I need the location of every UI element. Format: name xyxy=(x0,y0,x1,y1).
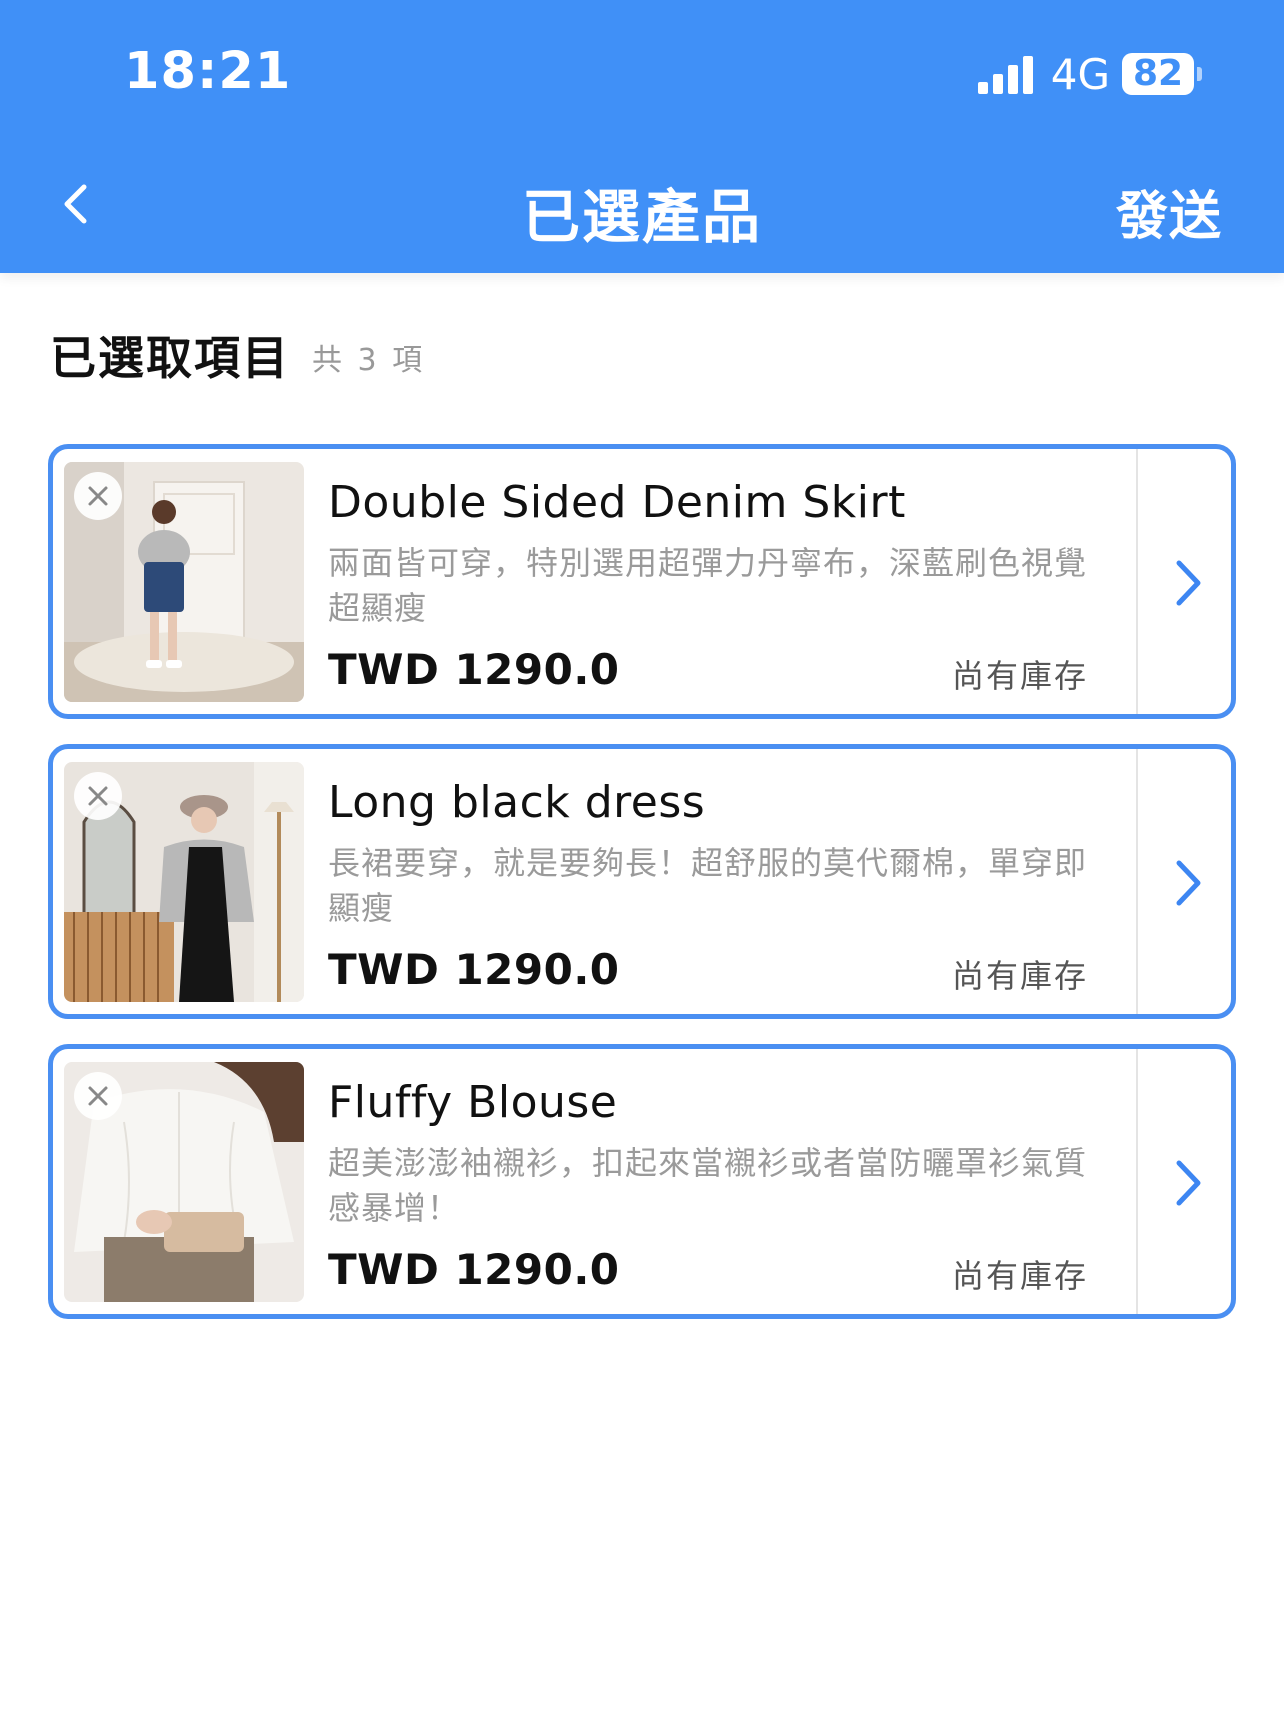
product-detail-button[interactable] xyxy=(1163,557,1213,609)
stock-status: 尚有庫存 xyxy=(951,957,1088,995)
battery-level: 82 xyxy=(1122,53,1194,95)
top-app-bar: 18:21 4G 82 已選產品 發送 xyxy=(0,0,1284,273)
card-divider xyxy=(1136,749,1138,1014)
signal-icon xyxy=(977,54,1033,94)
product-description: 超美澎澎袖襯衫，扣起來當襯衫或者當防曬罩衫氣質感暴增！ xyxy=(328,1144,1088,1227)
page-title: 已選產品 xyxy=(521,183,762,251)
section-title: 已選取項目 xyxy=(50,331,290,385)
chevron-right-icon xyxy=(1176,560,1201,606)
status-indicators: 4G 82 xyxy=(977,48,1202,100)
product-name: Double Sided Denim Skirt xyxy=(328,477,906,528)
product-price: TWD 1290.0 xyxy=(328,1245,620,1294)
product-price: TWD 1290.0 xyxy=(328,645,620,694)
battery-icon: 82 xyxy=(1122,53,1202,95)
product-detail-button[interactable] xyxy=(1163,1157,1213,1209)
remove-item-button[interactable] xyxy=(74,472,122,520)
card-divider xyxy=(1136,449,1138,714)
selected-product-list: Double Sided Denim Skirt 兩面皆可穿，特別選用超彈力丹寧… xyxy=(48,444,1236,1344)
product-name: Long black dress xyxy=(328,777,706,828)
product-price: TWD 1290.0 xyxy=(328,945,620,994)
remove-item-button[interactable] xyxy=(74,1072,122,1120)
network-type: 4G xyxy=(1050,49,1110,99)
send-button[interactable]: 發送 xyxy=(1116,174,1222,249)
close-icon xyxy=(88,1086,108,1106)
close-icon xyxy=(88,486,108,506)
product-name: Fluffy Blouse xyxy=(328,1077,618,1128)
remove-item-button[interactable] xyxy=(74,772,122,820)
product-detail-button[interactable] xyxy=(1163,857,1213,909)
stock-status: 尚有庫存 xyxy=(951,657,1088,695)
product-description: 長裙要穿，就是要夠長！超舒服的莫代爾棉，單穿即顯瘦 xyxy=(328,844,1088,927)
product-card[interactable]: Long black dress 長裙要穿，就是要夠長！超舒服的莫代爾棉，單穿即… xyxy=(48,744,1236,1019)
chevron-right-icon xyxy=(1176,860,1201,906)
product-card[interactable]: Fluffy Blouse 超美澎澎袖襯衫，扣起來當襯衫或者當防曬罩衫氣質感暴增… xyxy=(48,1044,1236,1319)
product-card[interactable]: Double Sided Denim Skirt 兩面皆可穿，特別選用超彈力丹寧… xyxy=(48,444,1236,719)
app-screen: 18:21 4G 82 已選產品 發送 已選取項目 共 3 項 Double S… xyxy=(0,0,1284,1735)
status-time: 18:21 xyxy=(124,42,292,101)
close-icon xyxy=(88,786,108,806)
product-description: 兩面皆可穿，特別選用超彈力丹寧布，深藍刷色視覺超顯瘦 xyxy=(328,544,1088,627)
item-count: 共 3 項 xyxy=(312,343,426,378)
chevron-right-icon xyxy=(1176,1160,1201,1206)
card-divider xyxy=(1136,1049,1138,1314)
stock-status: 尚有庫存 xyxy=(951,1257,1088,1295)
